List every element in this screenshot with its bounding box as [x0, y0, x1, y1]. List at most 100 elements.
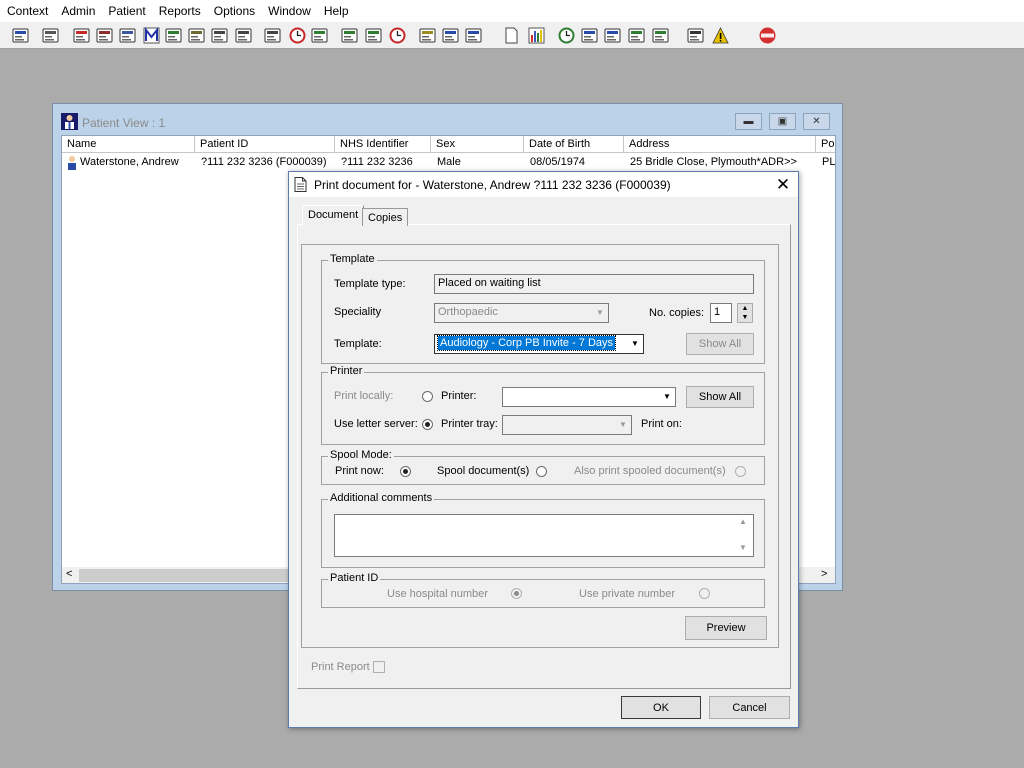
print-document-dialog: Print document for - Waterstone, Andrew …	[288, 171, 799, 728]
toolbar-button-note-pad[interactable]	[417, 25, 438, 46]
template-type-field: Placed on waiting list	[434, 274, 754, 294]
column-header-sex[interactable]: Sex	[431, 136, 524, 153]
chevron-down-icon[interactable]: ▼	[659, 388, 675, 406]
column-header-address[interactable]: Address	[624, 136, 816, 153]
toolbar-button-check-list-edit[interactable]	[602, 25, 623, 46]
template-group-label: Template	[328, 253, 377, 265]
template-group: Template Template type: Placed on waitin…	[321, 253, 765, 364]
column-header-nhs-identifier[interactable]: NHS Identifier	[335, 136, 431, 153]
arrow-right-green-icon	[652, 28, 669, 43]
table-row[interactable]: Waterstone, Andrew ?111 232 3236 (F00003…	[62, 154, 835, 171]
printer-group-label: Printer	[328, 365, 365, 377]
toolbar-button-search-document[interactable]	[262, 25, 283, 46]
toolbar-button-arrow-down-green[interactable]	[626, 25, 647, 46]
close-button[interactable]: ✕	[803, 113, 830, 130]
globe-icon	[558, 27, 575, 44]
menu-window[interactable]: Window	[261, 0, 317, 22]
toolbar-button-check-list[interactable]	[579, 25, 600, 46]
toolbar-button-bar-chart[interactable]	[526, 25, 547, 46]
printer-icon	[42, 28, 59, 43]
toolbar-button-ambulance[interactable]	[233, 25, 254, 46]
column-header-patient-id[interactable]: Patient ID	[195, 136, 335, 153]
toolbar-button-picture[interactable]	[339, 25, 360, 46]
dialog-close-button[interactable]: ✕	[774, 175, 792, 193]
toolbar-button-blank-page[interactable]	[501, 25, 522, 46]
spin-up-icon[interactable]: ▲	[742, 305, 749, 312]
copies-input[interactable]: 1	[710, 303, 732, 323]
also-print-spooled-label: Also print spooled document(s)	[574, 465, 726, 477]
copies-spinner[interactable]: ▲ ▼	[737, 303, 753, 323]
toolbar-button-book-red[interactable]	[71, 25, 92, 46]
maximize-button[interactable]: ▣	[769, 113, 796, 130]
use-private-number-radio[interactable]	[699, 588, 710, 599]
toolbar-button-patient-lookup[interactable]	[10, 25, 31, 46]
letter-server-radio[interactable]	[422, 419, 433, 430]
scroll-right-icon[interactable]: >	[821, 568, 827, 580]
spool-document-radio[interactable]	[536, 466, 547, 477]
toolbar-button-swap-arrows[interactable]	[685, 25, 706, 46]
toolbar-button-screen[interactable]	[363, 25, 384, 46]
print-report-checkbox[interactable]	[373, 661, 385, 673]
ok-button[interactable]: OK	[621, 696, 701, 719]
toolbar-button-m-letter[interactable]	[141, 25, 162, 46]
toolbar-button-person-bed[interactable]	[463, 25, 484, 46]
maximize-icon: ▣	[777, 116, 788, 127]
close-icon: ✕	[812, 116, 821, 127]
minimize-icon: ▬	[743, 116, 754, 127]
column-header-name[interactable]: Name	[62, 136, 195, 153]
toolbar-button-report[interactable]	[117, 25, 138, 46]
toolbar-button-vehicle[interactable]	[209, 25, 230, 46]
cancel-button[interactable]: Cancel	[709, 696, 790, 719]
toolbar-button-bed[interactable]	[440, 25, 461, 46]
tab-document[interactable]: Document	[302, 205, 365, 226]
column-header-dob[interactable]: Date of Birth	[524, 136, 624, 153]
toolbar-button-edit-record[interactable]	[94, 25, 115, 46]
menu-help[interactable]: Help	[317, 0, 355, 22]
template-show-all-button[interactable]: Show All	[686, 333, 754, 355]
column-header-postcode[interactable]: Po	[816, 136, 835, 153]
toolbar-button-exit[interactable]	[757, 25, 778, 46]
doctor-icon	[165, 28, 182, 43]
minimize-button[interactable]: ▬	[735, 113, 762, 130]
spin-down-icon[interactable]: ▼	[742, 314, 749, 321]
cell-address: 25 Bridle Close, Plymouth*ADR>>	[630, 156, 797, 168]
toolbar-button-arrow-right-green[interactable]	[650, 25, 671, 46]
patient-id-group: Patient ID Use hospital number Use priva…	[321, 572, 765, 608]
toolbar-button-warning[interactable]	[710, 25, 731, 46]
use-hospital-number-radio[interactable]	[511, 588, 522, 599]
printer-combo[interactable]: ▼	[502, 387, 676, 407]
toolbar-button-printer[interactable]	[40, 25, 61, 46]
chevron-down-icon: ▼	[619, 420, 627, 429]
toolbar-button-notes[interactable]	[186, 25, 207, 46]
person-bed-icon	[465, 28, 482, 43]
menu-reports[interactable]: Reports	[152, 0, 207, 22]
letter-server-label: Use letter server:	[334, 418, 418, 430]
menu-patient[interactable]: Patient	[101, 0, 151, 22]
print-locally-radio[interactable]	[422, 391, 433, 402]
menu-admin[interactable]: Admin	[54, 0, 101, 22]
toolbar-button-list-window[interactable]	[309, 25, 330, 46]
chevron-down-icon[interactable]: ▼	[627, 335, 643, 353]
menu-context[interactable]: Context	[0, 0, 54, 22]
window-title: Patient View : 1	[82, 116, 166, 130]
toolbar-button-doctor[interactable]	[163, 25, 184, 46]
document-icon	[294, 177, 307, 192]
toolbar-button-globe[interactable]	[556, 25, 577, 46]
vehicle-icon	[211, 28, 228, 43]
scroll-down-icon[interactable]: ▼	[739, 543, 747, 552]
menu-options[interactable]: Options	[207, 0, 261, 22]
patient-id-label: Patient ID	[328, 572, 381, 584]
template-combo[interactable]: Audiology - Corp PB Invite - 7 Days ▼	[434, 334, 644, 354]
preview-button[interactable]: Preview	[685, 616, 767, 640]
tab-copies[interactable]: Copies	[362, 208, 409, 226]
print-now-radio[interactable]	[400, 466, 411, 477]
toolbar-button-dial[interactable]	[387, 25, 408, 46]
arrow-down-green-icon	[628, 28, 645, 43]
additional-comments-input[interactable]	[334, 514, 754, 557]
scroll-up-icon[interactable]: ▲	[739, 517, 747, 526]
scrollbar-thumb[interactable]	[79, 569, 292, 582]
printer-show-all-button[interactable]: Show All	[686, 386, 754, 408]
scroll-left-icon[interactable]: <	[66, 568, 72, 580]
also-print-spooled-radio[interactable]	[735, 466, 746, 477]
toolbar-button-clock[interactable]	[287, 25, 308, 46]
